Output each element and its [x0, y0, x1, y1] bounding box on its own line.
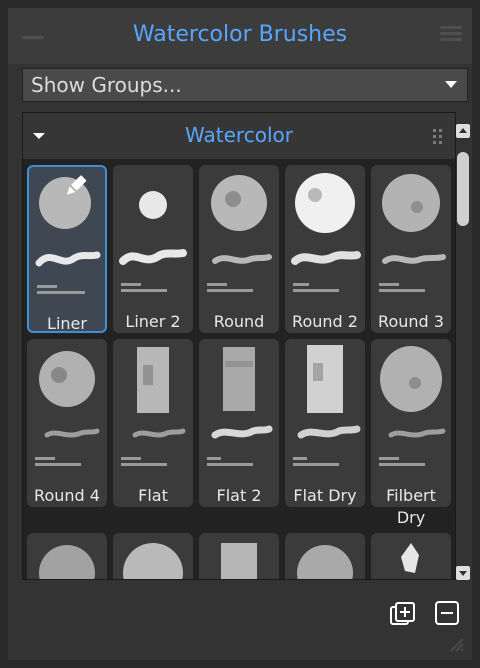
- brush-name: Flat: [138, 486, 168, 505]
- brush-name: Round 3: [378, 312, 444, 331]
- scroll-down-button[interactable]: [456, 566, 470, 580]
- brush-preview: [379, 346, 446, 466]
- brush-tile-partial-2[interactable]: [113, 533, 193, 579]
- hamburger-menu-icon[interactable]: [440, 26, 462, 42]
- brush-name: Liner 2: [125, 312, 181, 331]
- brush-preview: [293, 345, 361, 466]
- brush-name: Flat Dry: [293, 486, 357, 505]
- brush-preview: [121, 347, 186, 466]
- brush-name: Round 4: [34, 486, 100, 505]
- brush-tile-partial-3[interactable]: [199, 533, 279, 579]
- brush-name: Filbert Dry: [386, 486, 436, 527]
- show-groups-dropdown[interactable]: Show Groups...: [22, 68, 468, 102]
- scroll-thumb[interactable]: [457, 152, 469, 226]
- brush-preview: [39, 545, 95, 579]
- brush-preview: [207, 175, 272, 292]
- brush-tile-liner-2[interactable]: Liner 2: [113, 165, 193, 333]
- brush-preview: [291, 173, 361, 292]
- panel-title-bar[interactable]: Watercolor Brushes: [8, 8, 472, 64]
- brush-name: Round: [213, 312, 265, 331]
- group-header[interactable]: Watercolor: [23, 113, 455, 159]
- group-title: Watercolor: [185, 123, 293, 147]
- brush-name: Flat 2: [216, 486, 262, 505]
- brush-tile-round-3[interactable]: Round 3: [371, 165, 451, 333]
- brush-name: Round 2: [292, 312, 358, 331]
- brush-tile-liner[interactable]: Liner: [27, 165, 107, 333]
- brush-grid: Watercolor Liner Liner 2 Round Round 2 R…: [22, 112, 456, 580]
- brush-preview: [123, 543, 183, 579]
- brush-name: Liner: [47, 314, 87, 333]
- brush-preview: [401, 543, 419, 573]
- brush-preview: [35, 351, 100, 466]
- brush-tile-flat-dry[interactable]: Flat Dry: [285, 339, 365, 507]
- grip-icon[interactable]: [433, 129, 443, 145]
- brush-preview: [379, 174, 446, 292]
- brush-tile-partial-5[interactable]: [371, 533, 451, 579]
- brush-preview: [35, 175, 101, 294]
- brush-tile-partial-4[interactable]: [285, 533, 365, 579]
- panel-title: Watercolor Brushes: [132, 22, 348, 47]
- brush-preview: [221, 543, 257, 579]
- brush-tile-round[interactable]: Round: [199, 165, 279, 333]
- brush-tile-flat[interactable]: Flat: [113, 339, 193, 507]
- brush-preview: [207, 347, 273, 466]
- brush-tile-partial-1[interactable]: [27, 533, 107, 579]
- brush-tile-flat-2[interactable]: Flat 2: [199, 339, 279, 507]
- resize-grip-icon[interactable]: [448, 636, 464, 652]
- dropdown-label: Show Groups...: [31, 73, 182, 97]
- scroll-up-button[interactable]: [456, 124, 470, 138]
- brush-preview: [119, 191, 187, 292]
- brush-tile-round-4[interactable]: Round 4: [27, 339, 107, 507]
- vertical-scrollbar[interactable]: [456, 124, 472, 580]
- brush-panel: Watercolor Brushes Show Groups... Waterc…: [8, 8, 472, 660]
- chevron-down-icon: [445, 81, 457, 88]
- brush-tile-filbert-dry[interactable]: Filbert Dry: [371, 339, 451, 527]
- add-group-icon[interactable]: [390, 602, 416, 628]
- brush-preview: [297, 545, 353, 579]
- remove-icon[interactable]: [434, 600, 462, 628]
- brush-tile-round-2[interactable]: Round 2: [285, 165, 365, 333]
